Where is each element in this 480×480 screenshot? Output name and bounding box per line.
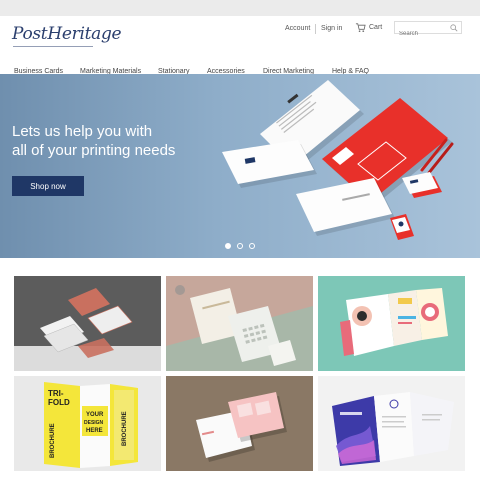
- business-cards-image: [14, 276, 161, 371]
- search-input[interactable]: [395, 28, 449, 40]
- tile-text-design: DESIGN: [84, 420, 104, 426]
- hero-banner: Lets us help you with all of your printi…: [0, 74, 480, 258]
- search-box[interactable]: [394, 21, 462, 40]
- tile-text-tri: TRI-: [48, 389, 64, 398]
- postcards-image: [166, 376, 313, 471]
- util-divider: [315, 24, 316, 34]
- signin-link[interactable]: Sign in: [321, 25, 342, 32]
- tile-calendars[interactable]: [166, 276, 313, 371]
- brand-logo[interactable]: PostHeritage: [12, 24, 122, 44]
- trifold-purple-image: [318, 376, 465, 471]
- tile-trifold-colorful[interactable]: [318, 276, 465, 371]
- carousel-dots: [225, 243, 255, 249]
- browser-strip: [0, 0, 480, 16]
- tile-text-here: HERE: [86, 428, 103, 434]
- shop-now-button[interactable]: Shop now: [12, 176, 84, 196]
- tile-trifold-purple[interactable]: [318, 376, 465, 471]
- calendars-image: [166, 276, 313, 371]
- tile-trifold-yellow[interactable]: TRI- FOLD YOUR DESIGN HERE BROCHURE BROC…: [14, 376, 161, 471]
- hero-headline-line1: Lets us help you with: [12, 123, 153, 140]
- carousel-dot-3[interactable]: [249, 243, 255, 249]
- tile-text-brochure-left: BROCHURE: [50, 423, 56, 458]
- hero-headline: Lets us help you with all of your printi…: [12, 122, 232, 160]
- hero-headline-line2: all of your printing needs: [12, 142, 176, 159]
- carousel-dot-1[interactable]: [225, 243, 231, 249]
- trifold-colorful-image: [318, 276, 465, 371]
- tile-postcards[interactable]: [166, 376, 313, 471]
- cart-link[interactable]: Cart: [355, 22, 382, 33]
- search-icon[interactable]: [450, 24, 458, 32]
- tile-business-cards[interactable]: [14, 276, 161, 371]
- tile-text-brochure-right: BROCHURE: [122, 411, 128, 446]
- stationery-mockup-image: [222, 80, 454, 240]
- carousel-dot-2[interactable]: [237, 243, 243, 249]
- logo-underline: [13, 46, 93, 47]
- cart-label: Cart: [369, 24, 383, 31]
- account-link[interactable]: Account: [285, 25, 310, 32]
- trifold-yellow-image: TRI- FOLD YOUR DESIGN HERE BROCHURE BROC…: [14, 376, 161, 471]
- site-header: PostHeritage Account Sign in Cart Busine…: [0, 16, 480, 75]
- tile-text-fold: FOLD: [48, 398, 70, 407]
- tile-text-your: YOUR: [86, 412, 104, 418]
- cart-icon: [355, 23, 366, 32]
